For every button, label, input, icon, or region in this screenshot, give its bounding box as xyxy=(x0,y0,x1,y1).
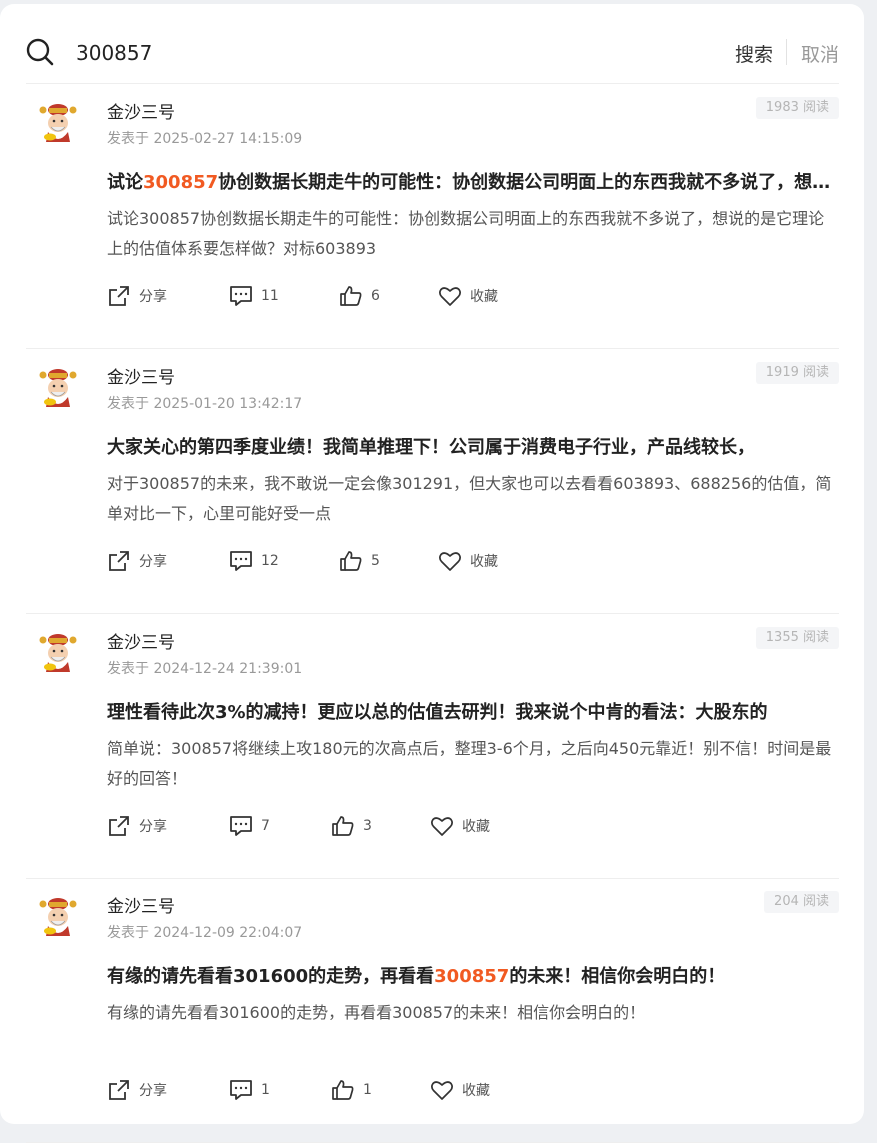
comment-button[interactable]: 7 xyxy=(229,814,270,838)
author-name[interactable]: 金沙三号 xyxy=(107,98,175,123)
share-icon xyxy=(109,551,129,571)
share-label: 分享 xyxy=(139,1083,167,1099)
favorite-label: 收藏 xyxy=(462,819,490,835)
author-name[interactable]: 金沙三号 xyxy=(107,363,175,388)
share-icon xyxy=(109,286,129,306)
heart-icon xyxy=(431,817,453,836)
share-label: 分享 xyxy=(139,819,167,835)
share-button[interactable]: 分享 xyxy=(107,284,167,308)
favorite-button[interactable]: 收藏 xyxy=(438,284,498,308)
thumbs-up-icon xyxy=(340,286,362,306)
post-title[interactable]: 理性看待此次3%的减持！更应以总的估值去研判！我来说个中肯的看法：大股东的 xyxy=(107,698,839,724)
comment-count: 11 xyxy=(261,288,279,304)
comment-button[interactable]: 12 xyxy=(229,549,279,573)
comment-count: 1 xyxy=(261,1082,270,1098)
title-highlight: 300857 xyxy=(143,172,219,193)
title-text: 大家关心的第四季度业绩！我简单推理下！公司属于消费电子行业，产品线较长， xyxy=(107,437,755,458)
post-title[interactable]: 试论300857协创数据长期走牛的可能性：协创数据公司明面上的东西我就不多说了，… xyxy=(107,168,839,194)
like-count: 1 xyxy=(363,1082,372,1098)
share-label: 分享 xyxy=(139,554,167,570)
favorite-label: 收藏 xyxy=(462,1083,490,1099)
avatar[interactable] xyxy=(36,632,80,676)
heart-icon xyxy=(439,552,461,571)
share-icon xyxy=(109,816,129,836)
avatar[interactable] xyxy=(36,896,80,940)
post-item[interactable]: 金沙三号 发表于 2024-12-24 21:39:01 1355 阅读 理性看… xyxy=(26,614,839,879)
read-count-badge: 1355 阅读 xyxy=(755,627,839,649)
favorite-button[interactable]: 收藏 xyxy=(430,814,490,838)
thumbs-up-icon xyxy=(332,1080,354,1100)
heart-icon xyxy=(439,287,461,306)
post-actions: 分享 11 6 收藏 xyxy=(107,284,839,310)
post-date: 发表于 2025-01-20 13:42:17 xyxy=(107,396,303,412)
comment-icon xyxy=(230,551,252,571)
thumbs-up-icon xyxy=(332,816,354,836)
author-name[interactable]: 金沙三号 xyxy=(107,628,175,653)
post-excerpt[interactable]: 有缘的请先看看301600的走势，再看看300857的未来！相信你会明白的！ xyxy=(107,998,839,1028)
title-text: 的未来！相信你会明白的！ xyxy=(509,966,726,987)
search-bar: 搜索 取消 xyxy=(26,34,839,84)
search-input[interactable] xyxy=(76,38,676,68)
title-text: 协创数据长期走牛的可能性：协创数据公司明面上的东西我就不多说了，想说的是它理论上… xyxy=(218,172,839,193)
post-actions: 分享 1 1 收藏 xyxy=(107,1078,839,1104)
title-text: 试论 xyxy=(107,172,143,193)
read-count-badge: 1983 阅读 xyxy=(755,97,839,119)
comment-icon xyxy=(230,1080,252,1100)
avatar[interactable] xyxy=(36,102,80,146)
author-name[interactable]: 金沙三号 xyxy=(107,892,175,917)
like-count: 3 xyxy=(363,818,372,834)
comment-button[interactable]: 11 xyxy=(229,284,279,308)
heart-icon xyxy=(431,1081,453,1100)
like-button[interactable]: 6 xyxy=(339,284,380,308)
favorite-button[interactable]: 收藏 xyxy=(430,1078,490,1102)
favorite-button[interactable]: 收藏 xyxy=(438,549,498,573)
post-item[interactable]: 金沙三号 发表于 2024-12-09 22:04:07 204 阅读 有缘的请… xyxy=(26,878,839,1143)
read-count-badge: 1919 阅读 xyxy=(755,362,839,384)
title-highlight: 300857 xyxy=(434,966,510,987)
avatar[interactable] xyxy=(36,367,80,411)
like-count: 5 xyxy=(371,553,380,569)
cancel-button[interactable]: 取消 xyxy=(801,40,839,67)
post-title[interactable]: 有缘的请先看看301600的走势，再看看300857的未来！相信你会明白的！ xyxy=(107,962,839,988)
share-label: 分享 xyxy=(139,289,167,305)
comment-icon xyxy=(230,816,252,836)
like-button[interactable]: 3 xyxy=(331,814,372,838)
comment-count: 7 xyxy=(261,818,270,834)
post-excerpt[interactable]: 简单说：300857将继续上攻180元的次高点后，整理3-6个月，之后向450元… xyxy=(107,734,839,794)
comment-button[interactable]: 1 xyxy=(229,1078,270,1102)
post-excerpt[interactable]: 对于300857的未来，我不敢说一定会像301291，但大家也可以去看看6038… xyxy=(107,469,839,529)
search-button[interactable]: 搜索 xyxy=(735,40,773,67)
title-text: 有缘的请先看看301600的走势，再看看 xyxy=(107,966,435,987)
post-date: 发表于 2024-12-24 21:39:01 xyxy=(107,661,303,677)
comment-icon xyxy=(230,286,252,306)
like-count: 6 xyxy=(371,288,380,304)
divider xyxy=(786,39,787,65)
read-count-badge: 204 阅读 xyxy=(764,891,839,913)
search-icon[interactable] xyxy=(26,38,54,66)
post-actions: 分享 12 5 收藏 xyxy=(107,549,839,575)
share-button[interactable]: 分享 xyxy=(107,549,167,573)
post-title[interactable]: 大家关心的第四季度业绩！我简单推理下！公司属于消费电子行业，产品线较长， xyxy=(107,433,839,459)
post-date: 发表于 2024-12-09 22:04:07 xyxy=(107,925,303,941)
title-text: 理性看待此次3%的减持！更应以总的估值去研判！我来说个中肯的看法：大股东的 xyxy=(107,702,768,723)
share-icon xyxy=(109,1080,129,1100)
post-actions: 分享 7 3 收藏 xyxy=(107,814,839,840)
post-item[interactable]: 金沙三号 发表于 2025-01-20 13:42:17 1919 阅读 大家关… xyxy=(26,349,839,614)
thumbs-up-icon xyxy=(340,551,362,571)
post-date: 发表于 2025-02-27 14:15:09 xyxy=(107,131,303,147)
share-button[interactable]: 分享 xyxy=(107,814,167,838)
favorite-label: 收藏 xyxy=(470,554,498,570)
post-item[interactable]: 金沙三号 发表于 2025-02-27 14:15:09 1983 阅读 试论3… xyxy=(26,84,839,349)
share-button[interactable]: 分享 xyxy=(107,1078,167,1102)
comment-count: 12 xyxy=(261,553,279,569)
favorite-label: 收藏 xyxy=(470,289,498,305)
like-button[interactable]: 1 xyxy=(331,1078,372,1102)
like-button[interactable]: 5 xyxy=(339,549,380,573)
post-excerpt[interactable]: 试论300857协创数据长期走牛的可能性：协创数据公司明面上的东西我就不多说了，… xyxy=(107,204,839,264)
